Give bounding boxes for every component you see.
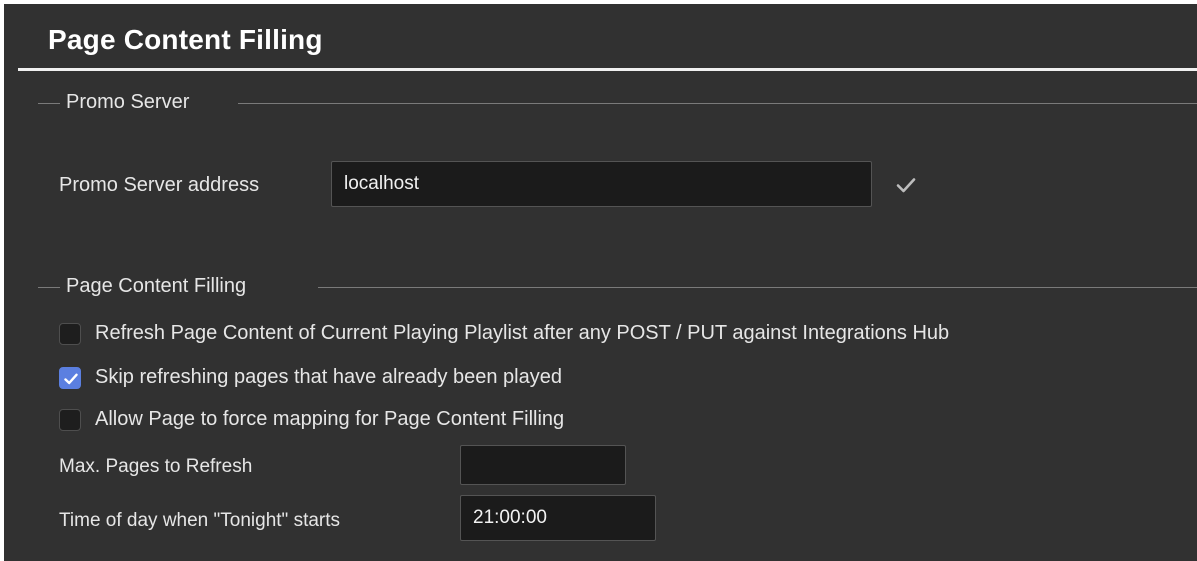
group-divider-right [238,103,1197,104]
tonight-start-label: Time of day when "Tonight" starts [59,510,341,531]
refresh-after-post-put-checkbox[interactable] [59,323,81,345]
group-divider-right [318,287,1197,288]
page-title: Page Content Filling [48,24,323,55]
checkbox-checkmark-icon [64,373,78,385]
allow-force-mapping-checkbox[interactable] [59,409,81,431]
promo-server-group-header: Promo Server [4,88,1197,118]
skip-played-pages-label: Skip refreshing pages that have already … [95,366,562,388]
title-divider [18,68,1197,71]
page-content-filling-group-header: Page Content Filling [4,272,1197,302]
tonight-start-time-input[interactable] [460,495,656,541]
max-pages-label: Max. Pages to Refresh [59,456,253,477]
max-pages-input[interactable] [460,445,626,485]
group-divider-left [38,103,60,104]
settings-panel: Page Content Filling Promo Server Promo … [4,4,1197,561]
group-divider-left [38,287,60,288]
promo-server-address-label: Promo Server address [59,174,260,196]
allow-force-mapping-label: Allow Page to force mapping for Page Con… [95,408,565,430]
checkmark-icon [896,178,916,193]
promo-server-group-title: Promo Server [66,91,190,113]
promo-server-address-input[interactable] [331,161,872,207]
page-content-filling-group-title: Page Content Filling [66,275,247,297]
refresh-after-post-put-label: Refresh Page Content of Current Playing … [95,322,950,344]
skip-played-pages-checkbox[interactable] [59,367,81,389]
